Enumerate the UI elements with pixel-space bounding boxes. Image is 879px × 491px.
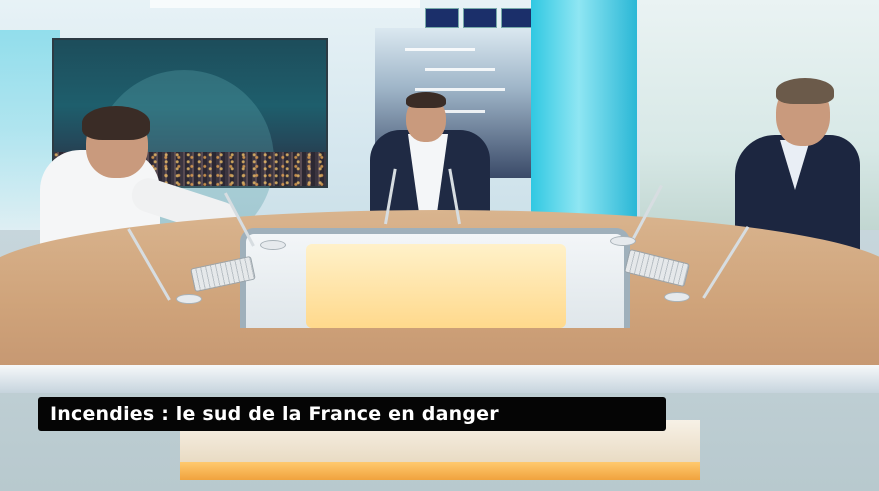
desk-center-console — [240, 228, 630, 328]
presenter-hair — [406, 92, 446, 108]
microphone-base — [664, 292, 690, 302]
desk-front-edge — [0, 365, 879, 393]
guest-right-hair — [776, 78, 834, 104]
tv-studio-frame: Incendies : le sud de la France en dange… — [0, 0, 879, 491]
microphone-base — [610, 236, 636, 246]
cyan-light-pillar — [531, 0, 637, 220]
microphone-base — [260, 240, 286, 250]
desk-lit-well — [306, 244, 566, 328]
light-stripe — [405, 48, 475, 51]
ceiling-light — [150, 0, 420, 8]
light-stripe — [415, 88, 505, 91]
light-stripe — [425, 68, 495, 71]
desk-underglow — [180, 462, 700, 480]
ceiling-monitors — [425, 8, 535, 28]
monitor — [463, 8, 497, 28]
guest-left-hair — [82, 106, 150, 140]
news-caption-bar: Incendies : le sud de la France en dange… — [38, 397, 666, 431]
monitor — [425, 8, 459, 28]
monitor — [501, 8, 535, 28]
news-headline: Incendies : le sud de la France en dange… — [50, 403, 499, 425]
microphone-base — [176, 294, 202, 304]
